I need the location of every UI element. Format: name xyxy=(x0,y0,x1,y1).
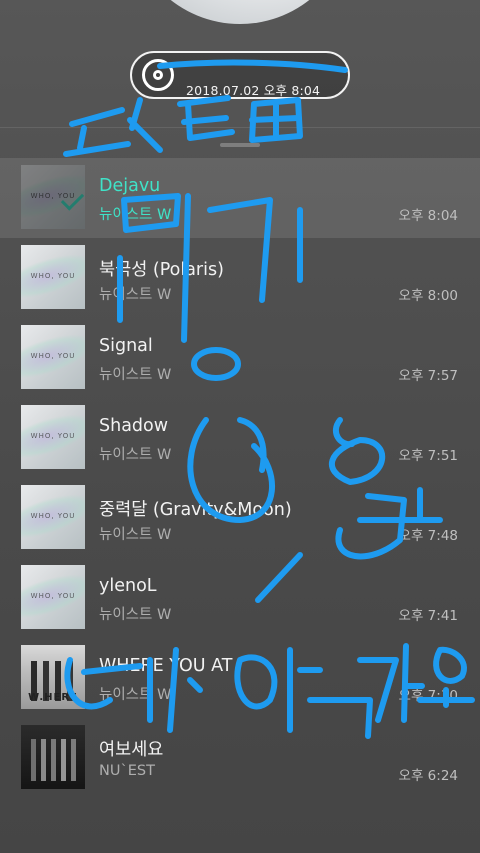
played-time: 오후 7:57 xyxy=(398,368,458,384)
played-time: 오후 7:48 xyxy=(398,528,458,544)
album-thumbnail: WHO, YOU xyxy=(21,325,85,389)
album-logo: WHO, YOU xyxy=(30,432,76,440)
played-time: 오후 8:04 xyxy=(398,208,458,224)
played-time: 오후 7:51 xyxy=(398,448,458,464)
song-title: Signal xyxy=(99,336,153,356)
played-time: 오후 7:41 xyxy=(398,608,458,624)
song-title: 여보세요 xyxy=(99,740,164,760)
song-artist: 뉴이스트 W xyxy=(99,527,172,543)
now-playing-timestamp: 2018.07.02 오후 8:04 xyxy=(186,83,321,98)
list-item[interactable]: WHO, YOU 중력달 (Gravity&Moon) 뉴이스트 W 오후 7:… xyxy=(0,478,480,558)
album-thumbnail xyxy=(21,725,85,789)
drag-handle[interactable] xyxy=(220,143,260,147)
song-title: ylenoL xyxy=(99,576,157,596)
played-time: 오후 7:30 xyxy=(398,688,458,704)
list-item[interactable]: WHO, YOU ylenoL 뉴이스트 W 오후 7:41 xyxy=(0,558,480,638)
list-item[interactable]: 여보세요 NU`EST 오후 6:24 xyxy=(0,718,480,798)
divider xyxy=(0,127,480,128)
song-title: Dejavu xyxy=(99,176,161,196)
list-item[interactable]: WHO, YOU Dejavu 뉴이스트 W 오후 8:04 xyxy=(0,158,480,238)
now-playing-pill[interactable]: 2018.07.02 오후 8:04 xyxy=(130,51,350,99)
song-title: 중력달 (Gravity&Moon) xyxy=(99,500,292,520)
history-list: WHO, YOU Dejavu 뉴이스트 W 오후 8:04 WHO, YOU … xyxy=(0,158,480,798)
song-artist: 뉴이스트 W xyxy=(99,607,172,623)
song-title: WHERE YOU AT xyxy=(99,656,233,676)
song-artist: 뉴이스트 W xyxy=(99,447,172,463)
list-item[interactable]: WHO, YOU 북극성 (Polaris) 뉴이스트 W 오후 8:00 xyxy=(0,238,480,318)
song-artist: 뉴이스트 W xyxy=(99,687,172,703)
song-artist: 뉴이스트 W xyxy=(99,207,172,223)
album-logo: WHO, YOU xyxy=(30,352,76,360)
album-thumbnail: WHO, YOU xyxy=(21,485,85,549)
song-title: Shadow xyxy=(99,416,169,436)
played-time: 오후 6:24 xyxy=(398,768,458,784)
album-logo: WHO, YOU xyxy=(30,272,76,280)
song-artist: NU`EST xyxy=(99,763,155,779)
list-item[interactable]: W.HERE WHERE YOU AT 뉴이스트 W 오후 7:30 xyxy=(0,638,480,718)
album-logo: WHO, YOU xyxy=(30,592,76,600)
album-art-preview xyxy=(128,0,352,24)
album-logo: WHO, YOU xyxy=(30,512,76,520)
album-thumbnail: WHO, YOU xyxy=(21,165,85,229)
song-artist: 뉴이스트 W xyxy=(99,287,172,303)
album-thumbnail: WHO, YOU xyxy=(21,565,85,629)
song-title: 북극성 (Polaris) xyxy=(99,260,224,280)
list-item[interactable]: WHO, YOU Shadow 뉴이스트 W 오후 7:51 xyxy=(0,398,480,478)
album-thumbnail: W.HERE xyxy=(21,645,85,709)
music-disc-icon xyxy=(142,59,174,91)
album-thumbnail: WHO, YOU xyxy=(21,245,85,309)
album-logo: W.HERE xyxy=(28,692,78,703)
song-artist: 뉴이스트 W xyxy=(99,367,172,383)
list-item[interactable]: WHO, YOU Signal 뉴이스트 W 오후 7:57 xyxy=(0,318,480,398)
played-time: 오후 8:00 xyxy=(398,288,458,304)
album-thumbnail: WHO, YOU xyxy=(21,405,85,469)
